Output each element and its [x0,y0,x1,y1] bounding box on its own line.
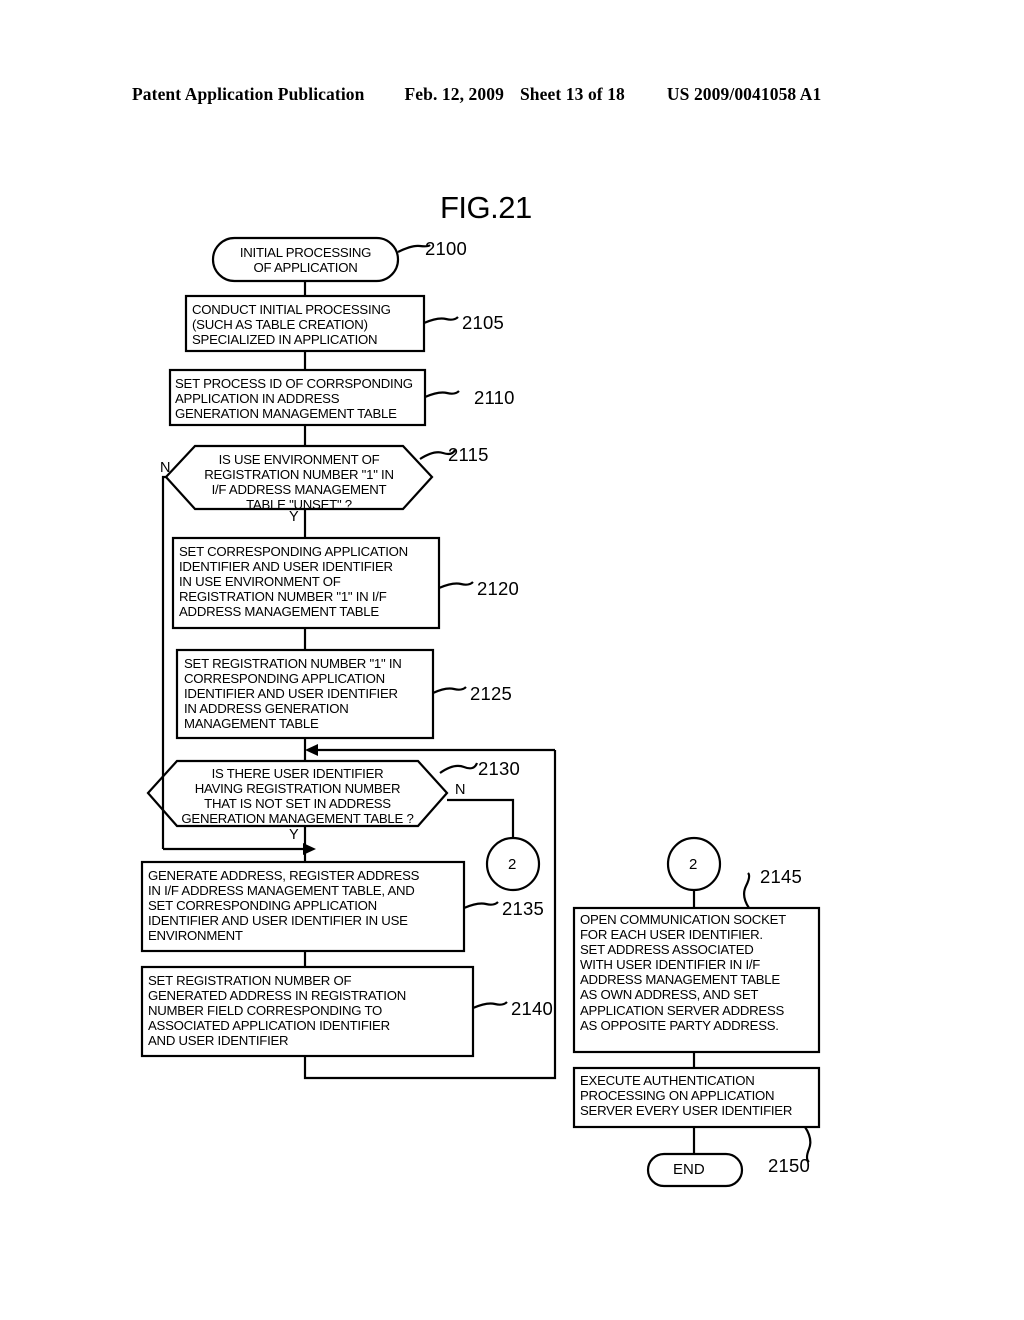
ref-2120: 2120 [477,578,519,599]
node-2105-text: CONDUCT INITIAL PROCESSING (SUCH AS TABL… [192,302,391,348]
leader-2110 [424,390,460,399]
ref-2150: 2150 [768,1155,810,1176]
node-auth-text: EXECUTE AUTHENTICATION PROCESSING ON APP… [580,1073,793,1119]
node-2125-text: SET REGISTRATION NUMBER "1" IN CORRESPON… [184,656,402,732]
node-2130-text: IS THERE USER IDENTIFIER HAVING REGISTRA… [181,766,414,827]
leader-2145 [742,872,751,909]
leader-2105 [423,316,459,325]
leader-2125 [432,686,467,694]
node-end-text: END [673,1161,705,1178]
link-2130-no [447,798,515,838]
ref-2135: 2135 [502,898,544,919]
branch-2130-yes: Y [289,827,299,843]
leader-2135 [463,901,499,910]
flowchart-figure: FIG.21 INITIAL PROCESSING OF APPLICATION… [0,0,1024,1320]
link-2115-no [161,475,166,849]
ref-2110: 2110 [474,387,515,408]
ref-2100: 2100 [425,238,467,259]
ref-2145: 2145 [760,866,802,887]
connector-target-label: 2 [689,856,698,873]
node-2135-text: GENERATE ADDRESS, REGISTER ADDRESS IN I/… [148,868,420,944]
node-2110-text: SET PROCESS ID OF CORRSPONDING APPLICATI… [175,376,413,422]
leader-2120 [438,581,474,590]
ref-2140: 2140 [511,998,553,1019]
flowchart-graphics [140,236,821,1188]
node-2145-text: OPEN COMMUNICATION SOCKET FOR EACH USER … [580,912,786,1033]
node-2120-text: SET CORRESPONDING APPLICATION IDENTIFIER… [179,544,408,620]
node-2115-text: IS USE ENVIRONMENT OF REGISTRATION NUMBE… [204,452,394,513]
branch-2115-yes: Y [289,509,299,525]
node-start-text: INITIAL PROCESSING OF APPLICATION [239,245,372,276]
connector-source-label: 2 [508,856,517,873]
ref-2105: 2105 [462,312,504,333]
branch-2130-no: N [455,782,466,798]
branch-2115-no: N [160,460,171,476]
leader-2140 [472,1001,508,1010]
leader-2130 [439,762,479,774]
ref-2125: 2125 [470,683,512,704]
arrowhead-feedback [305,744,318,756]
node-2140-text: SET REGISTRATION NUMBER OF GENERATED ADD… [148,973,406,1049]
ref-2115: 2115 [448,444,489,465]
ref-2130: 2130 [478,758,520,779]
